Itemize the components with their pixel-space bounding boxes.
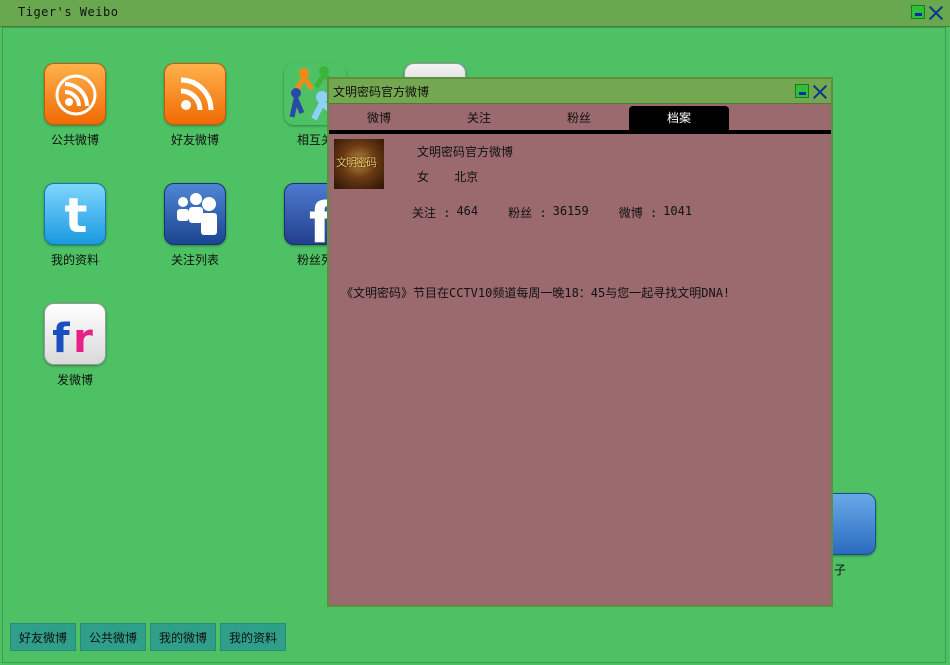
window-controls	[911, 5, 944, 21]
rss-icon	[44, 63, 106, 125]
desktop-icon-follow-list[interactable]: 关注列表	[150, 183, 240, 268]
taskbar: 好友微博 公共微博 我的微博 我的资料	[10, 623, 287, 651]
dialog-tabs: 微博 关注 粉丝 档案	[329, 104, 831, 134]
tab-fans[interactable]: 粉丝	[529, 106, 629, 130]
fans-label: 粉丝 :	[508, 206, 547, 220]
avatar: 文明密码	[334, 139, 384, 189]
follow-label: 关注 :	[412, 206, 451, 220]
weibo-count: 1041	[663, 204, 693, 218]
desktop-icon-label: 关注列表	[170, 253, 219, 267]
weibo-label: 微博 :	[618, 206, 658, 220]
close-button[interactable]	[928, 5, 944, 21]
taskbar-button-my-weibo[interactable]: 我的微博	[150, 623, 217, 651]
svg-text:f: f	[52, 316, 70, 362]
tab-profile[interactable]: 档案	[629, 106, 729, 130]
taskbar-button-friends-weibo[interactable]: 好友微博	[10, 623, 77, 651]
desktop-icon-label: 我的资料	[50, 253, 99, 267]
flickr-icon: f r	[44, 303, 106, 365]
profile-dialog: 文明密码官方微博 微博 关注 粉丝 档案 文明密码 文明密码官方微博 女 北京 …	[327, 77, 833, 607]
dialog-title: 文明密码官方微博	[333, 85, 430, 99]
dialog-close-button[interactable]	[812, 84, 828, 100]
desktop-icon-label: 好友微博	[170, 133, 219, 147]
desktop-icon-my-profile[interactable]: t 我的资料	[30, 183, 120, 268]
taskbar-button-public-weibo[interactable]: 公共微博	[80, 623, 147, 651]
svg-text:t: t	[65, 188, 88, 244]
app-title: Tiger's Weibo	[18, 5, 119, 19]
rss-icon	[164, 63, 226, 125]
follow-count: 464	[456, 204, 479, 218]
profile-gender: 女	[417, 170, 430, 184]
desktop-icon-post-weibo[interactable]: f r 发微博	[30, 303, 120, 388]
desktop-icon-public-weibo[interactable]: 公共微博	[30, 63, 120, 148]
taskbar-button-my-profile[interactable]: 我的资料	[220, 623, 287, 651]
profile-name: 文明密码官方微博	[417, 145, 514, 159]
myspace-icon	[164, 183, 226, 245]
profile-bio: 《文明密码》节目在CCTV10频道每周一晚18：45与您一起寻找文明DNA!	[341, 286, 731, 300]
fans-count: 36159	[552, 204, 589, 218]
dialog-minimize-button[interactable]	[795, 84, 809, 98]
dialog-window-controls	[795, 84, 828, 100]
desktop-icon-label: 发微博	[56, 373, 93, 387]
minimize-button[interactable]	[911, 5, 925, 19]
svg-text:r: r	[73, 316, 93, 362]
dialog-titlebar[interactable]: 文明密码官方微博	[329, 79, 831, 104]
desktop-icon-friends-weibo[interactable]: 好友微博	[150, 63, 240, 148]
app-titlebar: Tiger's Weibo	[0, 0, 950, 27]
twitter-icon: t	[44, 183, 106, 245]
desktop-icon-label: 公共微博	[50, 133, 99, 147]
profile-location: 北京	[454, 170, 479, 184]
profile-stats: 关注 : 464 粉丝 : 36159 微博 : 1041	[412, 204, 692, 221]
profile-info: 女 北京	[417, 168, 496, 185]
tab-weibo[interactable]: 微博	[329, 106, 429, 130]
tab-follow[interactable]: 关注	[429, 106, 529, 130]
avatar-text: 文明密码	[336, 156, 377, 169]
